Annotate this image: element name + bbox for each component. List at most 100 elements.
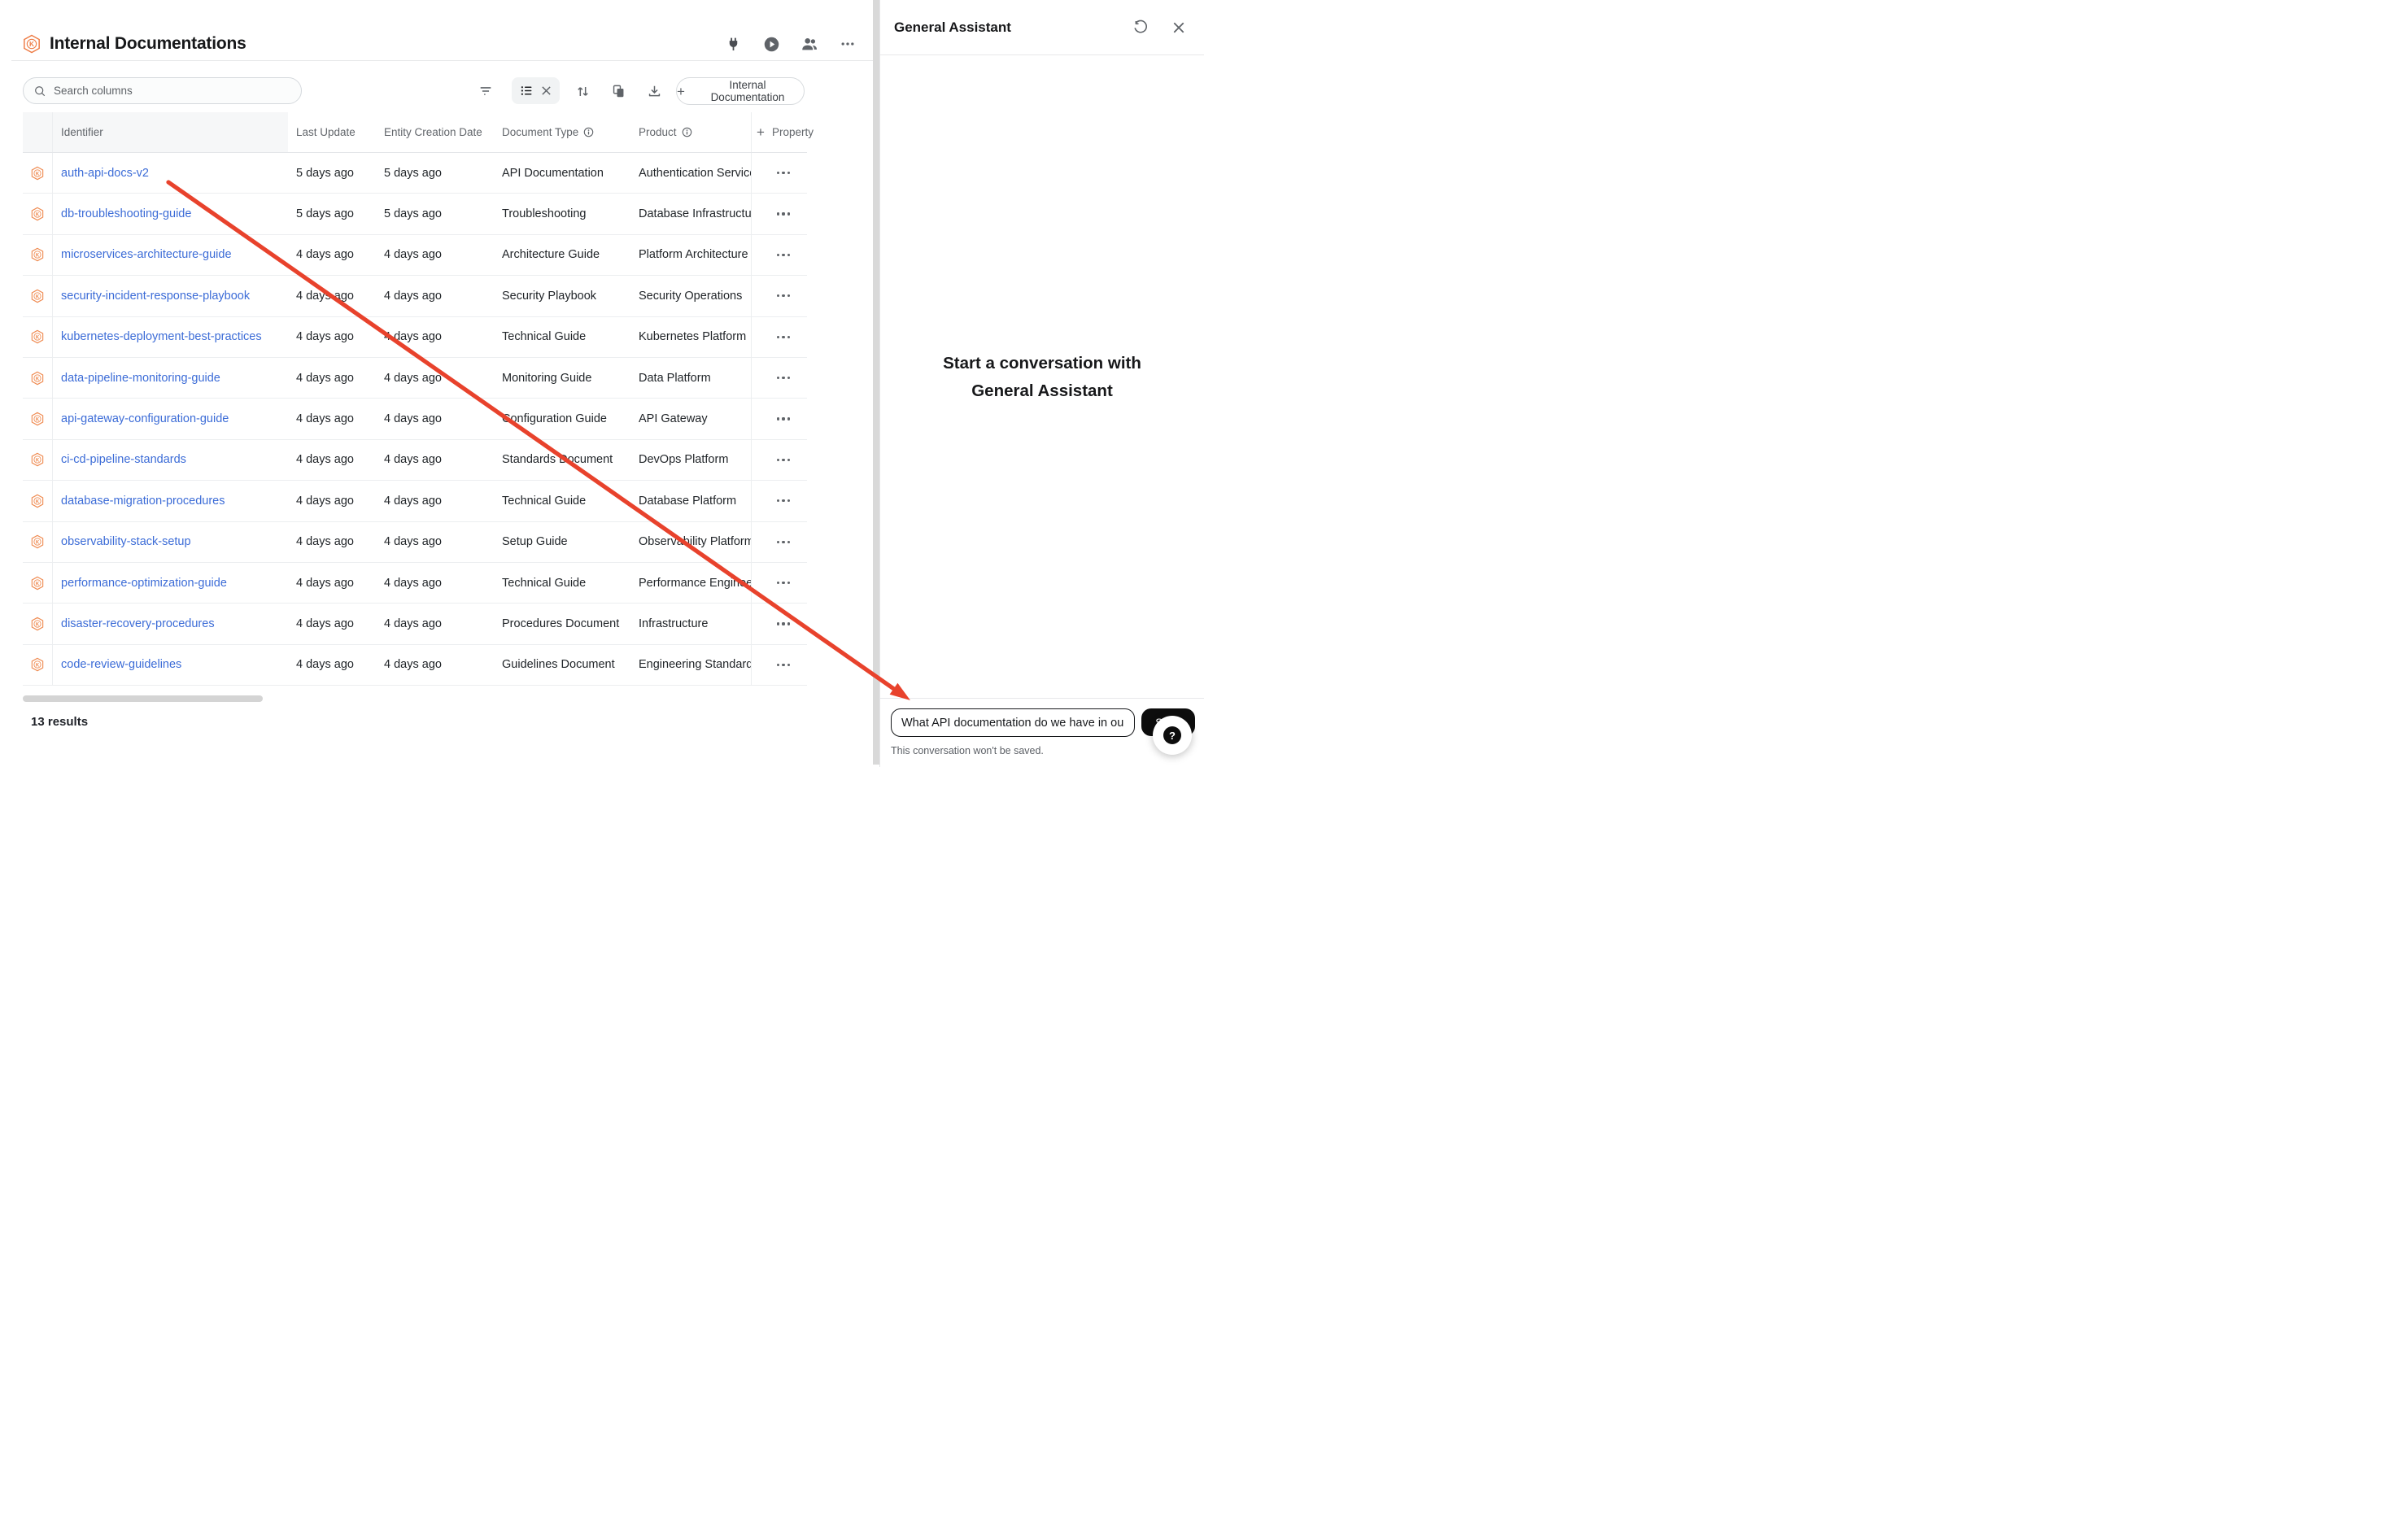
more-icon[interactable] xyxy=(839,35,857,53)
row-actions-cell xyxy=(751,563,807,603)
users-icon[interactable] xyxy=(800,35,818,53)
row-identifier-link[interactable]: kubernetes-deployment-best-practices xyxy=(61,330,262,343)
row-document-type: Technical Guide xyxy=(494,317,630,357)
row-entity-creation-date: 4 days ago xyxy=(376,481,494,521)
table-row: K code-review-guidelines 4 days ago 4 da… xyxy=(23,645,807,686)
row-asset-icon-cell: K xyxy=(23,317,53,357)
row-actions-cell xyxy=(751,194,807,233)
reset-icon[interactable] xyxy=(1131,19,1149,37)
results-count: 13 results xyxy=(31,715,88,729)
row-identifier-link[interactable]: microservices-architecture-guide xyxy=(61,248,232,261)
empty-state-line1: Start a conversation with xyxy=(880,350,1204,377)
row-last-update: 4 days ago xyxy=(288,358,376,398)
table-row: K data-pipeline-monitoring-guide 4 days … xyxy=(23,358,807,399)
table-row: K observability-stack-setup 4 days ago 4… xyxy=(23,522,807,563)
row-identifier-link[interactable]: db-troubleshooting-guide xyxy=(61,207,191,220)
row-more-actions-button[interactable] xyxy=(772,659,796,671)
row-more-actions-button[interactable] xyxy=(772,167,796,179)
row-more-actions-button[interactable] xyxy=(772,454,796,466)
column-header-identifier[interactable]: Identifier xyxy=(53,112,288,152)
row-more-actions-button[interactable] xyxy=(772,249,796,261)
row-more-actions-button[interactable] xyxy=(772,331,796,343)
info-icon[interactable] xyxy=(583,127,594,137)
table-row: K db-troubleshooting-guide 5 days ago 5 … xyxy=(23,194,807,234)
row-asset-icon-cell: K xyxy=(23,604,53,643)
row-document-type: Setup Guide xyxy=(494,522,630,562)
asset-icon: K xyxy=(31,452,44,467)
search-input[interactable] xyxy=(54,85,291,97)
info-icon[interactable] xyxy=(682,127,692,137)
documents-table: Identifier Last Update Entity Creation D… xyxy=(23,112,807,686)
add-property-button[interactable]: + Property xyxy=(751,112,807,152)
row-identifier-link[interactable]: disaster-recovery-procedures xyxy=(61,617,215,630)
row-actions-cell xyxy=(751,358,807,398)
row-identifier-link[interactable]: database-migration-procedures xyxy=(61,495,225,508)
row-more-actions-button[interactable] xyxy=(772,207,796,220)
row-identifier-link[interactable]: performance-optimization-guide xyxy=(61,577,227,590)
row-identifier-link[interactable]: data-pipeline-monitoring-guide xyxy=(61,372,220,385)
row-asset-icon-cell: K xyxy=(23,235,53,275)
column-header-document-type[interactable]: Document Type xyxy=(494,112,630,152)
svg-text:K: K xyxy=(36,499,40,504)
svg-text:K: K xyxy=(36,417,40,422)
row-asset-icon-cell: K xyxy=(23,440,53,480)
table-row: K database-migration-procedures 4 days a… xyxy=(23,481,807,521)
row-identifier-link[interactable]: ci-cd-pipeline-standards xyxy=(61,453,186,466)
svg-text:K: K xyxy=(36,212,40,217)
help-button[interactable]: ? xyxy=(1153,716,1192,755)
row-more-actions-button[interactable] xyxy=(772,290,796,302)
row-identifier-link[interactable]: code-review-guidelines xyxy=(61,658,181,671)
row-product: Infrastructure xyxy=(630,604,751,643)
add-internal-documentation-button[interactable]: + Internal Documentation xyxy=(676,77,805,105)
header-icon-cell xyxy=(23,112,53,152)
row-product: Database Platform xyxy=(630,481,751,521)
horizontal-scrollbar[interactable] xyxy=(23,695,263,702)
assistant-panel: General Assistant Start a conversation w… xyxy=(879,0,1204,767)
asset-icon: K xyxy=(31,494,44,508)
table-row: K auth-api-docs-v2 5 days ago 5 days ago… xyxy=(23,153,807,194)
row-asset-icon-cell: K xyxy=(23,276,53,316)
table-header-row: Identifier Last Update Entity Creation D… xyxy=(23,112,807,153)
plug-icon[interactable] xyxy=(724,35,742,53)
search-box[interactable] xyxy=(23,77,302,104)
row-more-actions-button[interactable] xyxy=(772,536,796,548)
row-identifier-cell: database-migration-procedures xyxy=(53,481,288,521)
row-entity-creation-date: 4 days ago xyxy=(376,358,494,398)
download-icon[interactable] xyxy=(643,81,665,102)
table-row: K ci-cd-pipeline-standards 4 days ago 4 … xyxy=(23,440,807,481)
row-more-actions-button[interactable] xyxy=(772,617,796,630)
row-more-actions-button[interactable] xyxy=(772,495,796,507)
header-divider xyxy=(11,60,873,61)
filter-icon[interactable] xyxy=(475,81,496,102)
asset-icon: K xyxy=(31,534,44,549)
row-last-update: 4 days ago xyxy=(288,276,376,316)
row-identifier-cell: observability-stack-setup xyxy=(53,522,288,562)
column-header-product[interactable]: Product xyxy=(630,112,751,152)
row-more-actions-button[interactable] xyxy=(772,372,796,384)
row-identifier-link[interactable]: observability-stack-setup xyxy=(61,535,191,548)
close-icon[interactable] xyxy=(1170,19,1188,37)
play-circle-icon[interactable] xyxy=(762,35,780,53)
row-identifier-link[interactable]: api-gateway-configuration-guide xyxy=(61,412,229,425)
view-toggle[interactable] xyxy=(512,77,560,104)
assistant-title: General Assistant xyxy=(894,20,1011,36)
row-identifier-link[interactable]: security-incident-response-playbook xyxy=(61,290,250,303)
row-asset-icon-cell: K xyxy=(23,358,53,398)
copy-icon[interactable] xyxy=(608,81,629,102)
row-last-update: 5 days ago xyxy=(288,194,376,233)
row-product: Performance Engineering xyxy=(630,563,751,603)
row-identifier-link[interactable]: auth-api-docs-v2 xyxy=(61,167,149,180)
row-entity-creation-date: 4 days ago xyxy=(376,563,494,603)
column-header-entity-creation-date[interactable]: Entity Creation Date xyxy=(376,112,494,152)
sort-vertical-icon[interactable] xyxy=(572,81,593,102)
row-more-actions-button[interactable] xyxy=(772,577,796,589)
row-identifier-cell: kubernetes-deployment-best-practices xyxy=(53,317,288,357)
main-area: K Internal Documentations xyxy=(0,0,873,767)
row-more-actions-button[interactable] xyxy=(772,412,796,425)
assistant-empty-state: Start a conversation with General Assist… xyxy=(880,350,1204,405)
vertical-scrollbar[interactable] xyxy=(873,0,879,765)
table-row: K microservices-architecture-guide 4 day… xyxy=(23,235,807,276)
column-header-last-update[interactable]: Last Update xyxy=(288,112,376,152)
chat-input[interactable] xyxy=(891,708,1135,737)
row-document-type: Security Playbook xyxy=(494,276,630,316)
